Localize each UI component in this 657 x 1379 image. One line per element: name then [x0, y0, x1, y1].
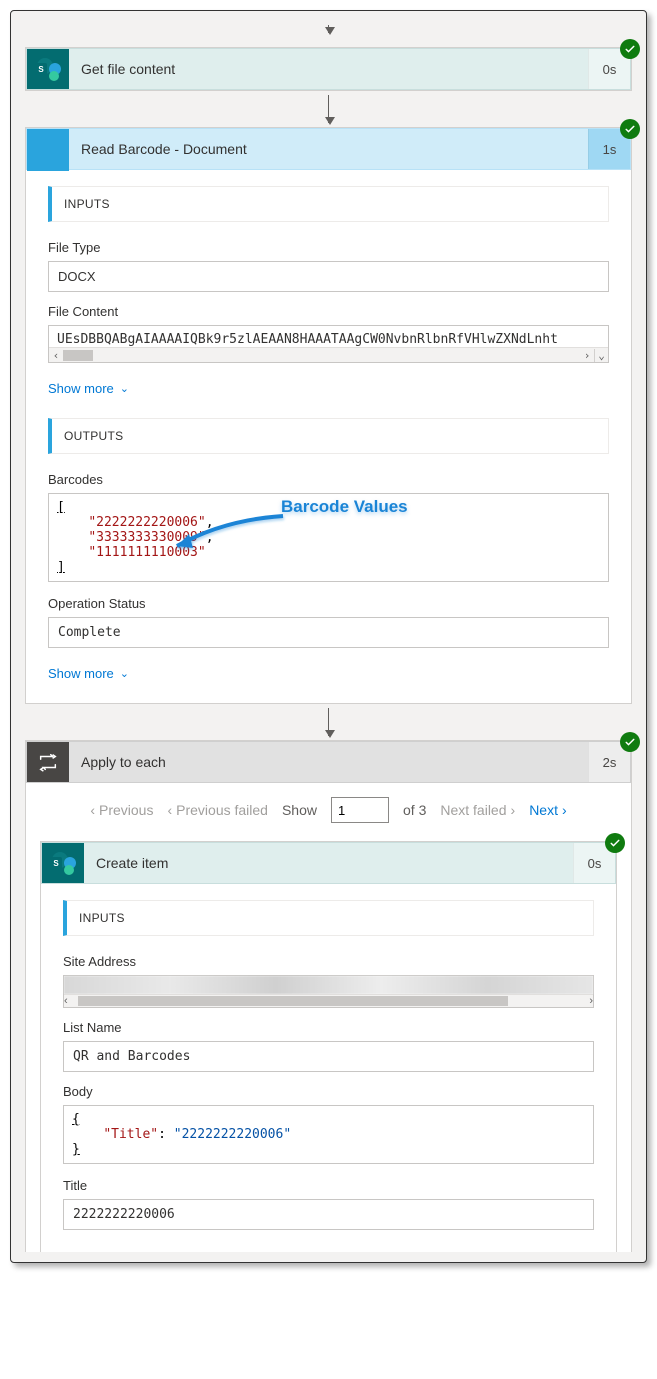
inputs-section-label: INPUTS: [63, 900, 594, 936]
pager-of-label: of 3: [403, 802, 426, 818]
field-label-list-name: List Name: [63, 1020, 594, 1035]
field-value-operation-status: Complete: [48, 617, 609, 648]
success-badge: [605, 833, 625, 853]
loop-icon: [27, 742, 69, 782]
show-more-inputs[interactable]: Show more⌄: [48, 381, 129, 396]
step-get-file-content[interactable]: S Get file content 0s: [25, 47, 632, 91]
connector-icon: [27, 129, 69, 171]
step-title: Create item: [84, 843, 573, 883]
field-value-site-address: ↗ ‹›: [63, 975, 594, 1008]
horizontal-scrollbar[interactable]: ‹ › ⌄: [49, 347, 608, 362]
outputs-section-label: OUTPUTS: [48, 418, 609, 454]
pager-next[interactable]: Next›: [529, 802, 566, 818]
loop-pager: ‹Previous ‹Previous failed Show of 3 Nex…: [26, 783, 631, 841]
field-label-title: Title: [63, 1178, 594, 1193]
step-title: Read Barcode - Document: [69, 129, 588, 169]
field-value-list-name: QR and Barcodes: [63, 1041, 594, 1072]
step-title: Get file content: [69, 49, 588, 89]
field-value-body: { "Title": "2222222220006" }: [63, 1105, 594, 1164]
success-badge: [620, 39, 640, 59]
pager-page-input[interactable]: [331, 797, 389, 823]
success-badge: [620, 119, 640, 139]
annotation-label: Barcode Values: [281, 497, 408, 517]
flow-arrow: [25, 704, 632, 740]
sharepoint-icon: S: [27, 49, 69, 89]
field-label-body: Body: [63, 1084, 594, 1099]
pager-next-failed[interactable]: Next failed›: [440, 802, 515, 818]
inputs-section-label: INPUTS: [48, 186, 609, 222]
field-value-file-content: UEsDBBQABgAIAAAAIQBk9r5zlAEAAN8HAAATAAgC…: [48, 325, 609, 363]
step-title: Apply to each: [69, 742, 588, 782]
chevron-left-icon: ‹: [90, 802, 95, 818]
field-label-file-content: File Content: [48, 304, 609, 319]
chevron-right-icon: ›: [562, 802, 567, 818]
horizontal-scrollbar[interactable]: ‹›: [64, 994, 593, 1007]
chevron-right-icon: ›: [511, 802, 516, 818]
flow-arrow: [25, 91, 632, 127]
field-label-file-type: File Type: [48, 240, 609, 255]
field-value-file-type: DOCX: [48, 261, 609, 292]
flow-arrow: [25, 11, 632, 47]
field-label-site-address: Site Address: [63, 954, 594, 969]
field-label-barcodes: Barcodes: [48, 472, 609, 487]
success-badge: [620, 732, 640, 752]
step-apply-to-each[interactable]: Apply to each 2s ‹Previous ‹Previous fai…: [25, 740, 632, 1252]
pager-previous[interactable]: ‹Previous: [90, 802, 153, 818]
step-create-item[interactable]: S Create item 0s INPUTS Site Address ↗ ‹…: [40, 841, 617, 1252]
show-more-outputs[interactable]: Show more⌄: [48, 666, 129, 681]
step-read-barcode[interactable]: Read Barcode - Document 1s INPUTS File T…: [25, 127, 632, 704]
field-label-operation-status: Operation Status: [48, 596, 609, 611]
sharepoint-icon: S: [42, 843, 84, 883]
chevron-left-icon: ‹: [167, 802, 172, 818]
annotation-arrow: [163, 510, 293, 560]
chevron-down-icon: ⌄: [120, 382, 129, 395]
chevron-down-icon: ⌄: [120, 667, 129, 680]
pager-show-label: Show: [282, 802, 317, 818]
pager-previous-failed[interactable]: ‹Previous failed: [167, 802, 268, 818]
field-value-title: 2222222220006: [63, 1199, 594, 1230]
